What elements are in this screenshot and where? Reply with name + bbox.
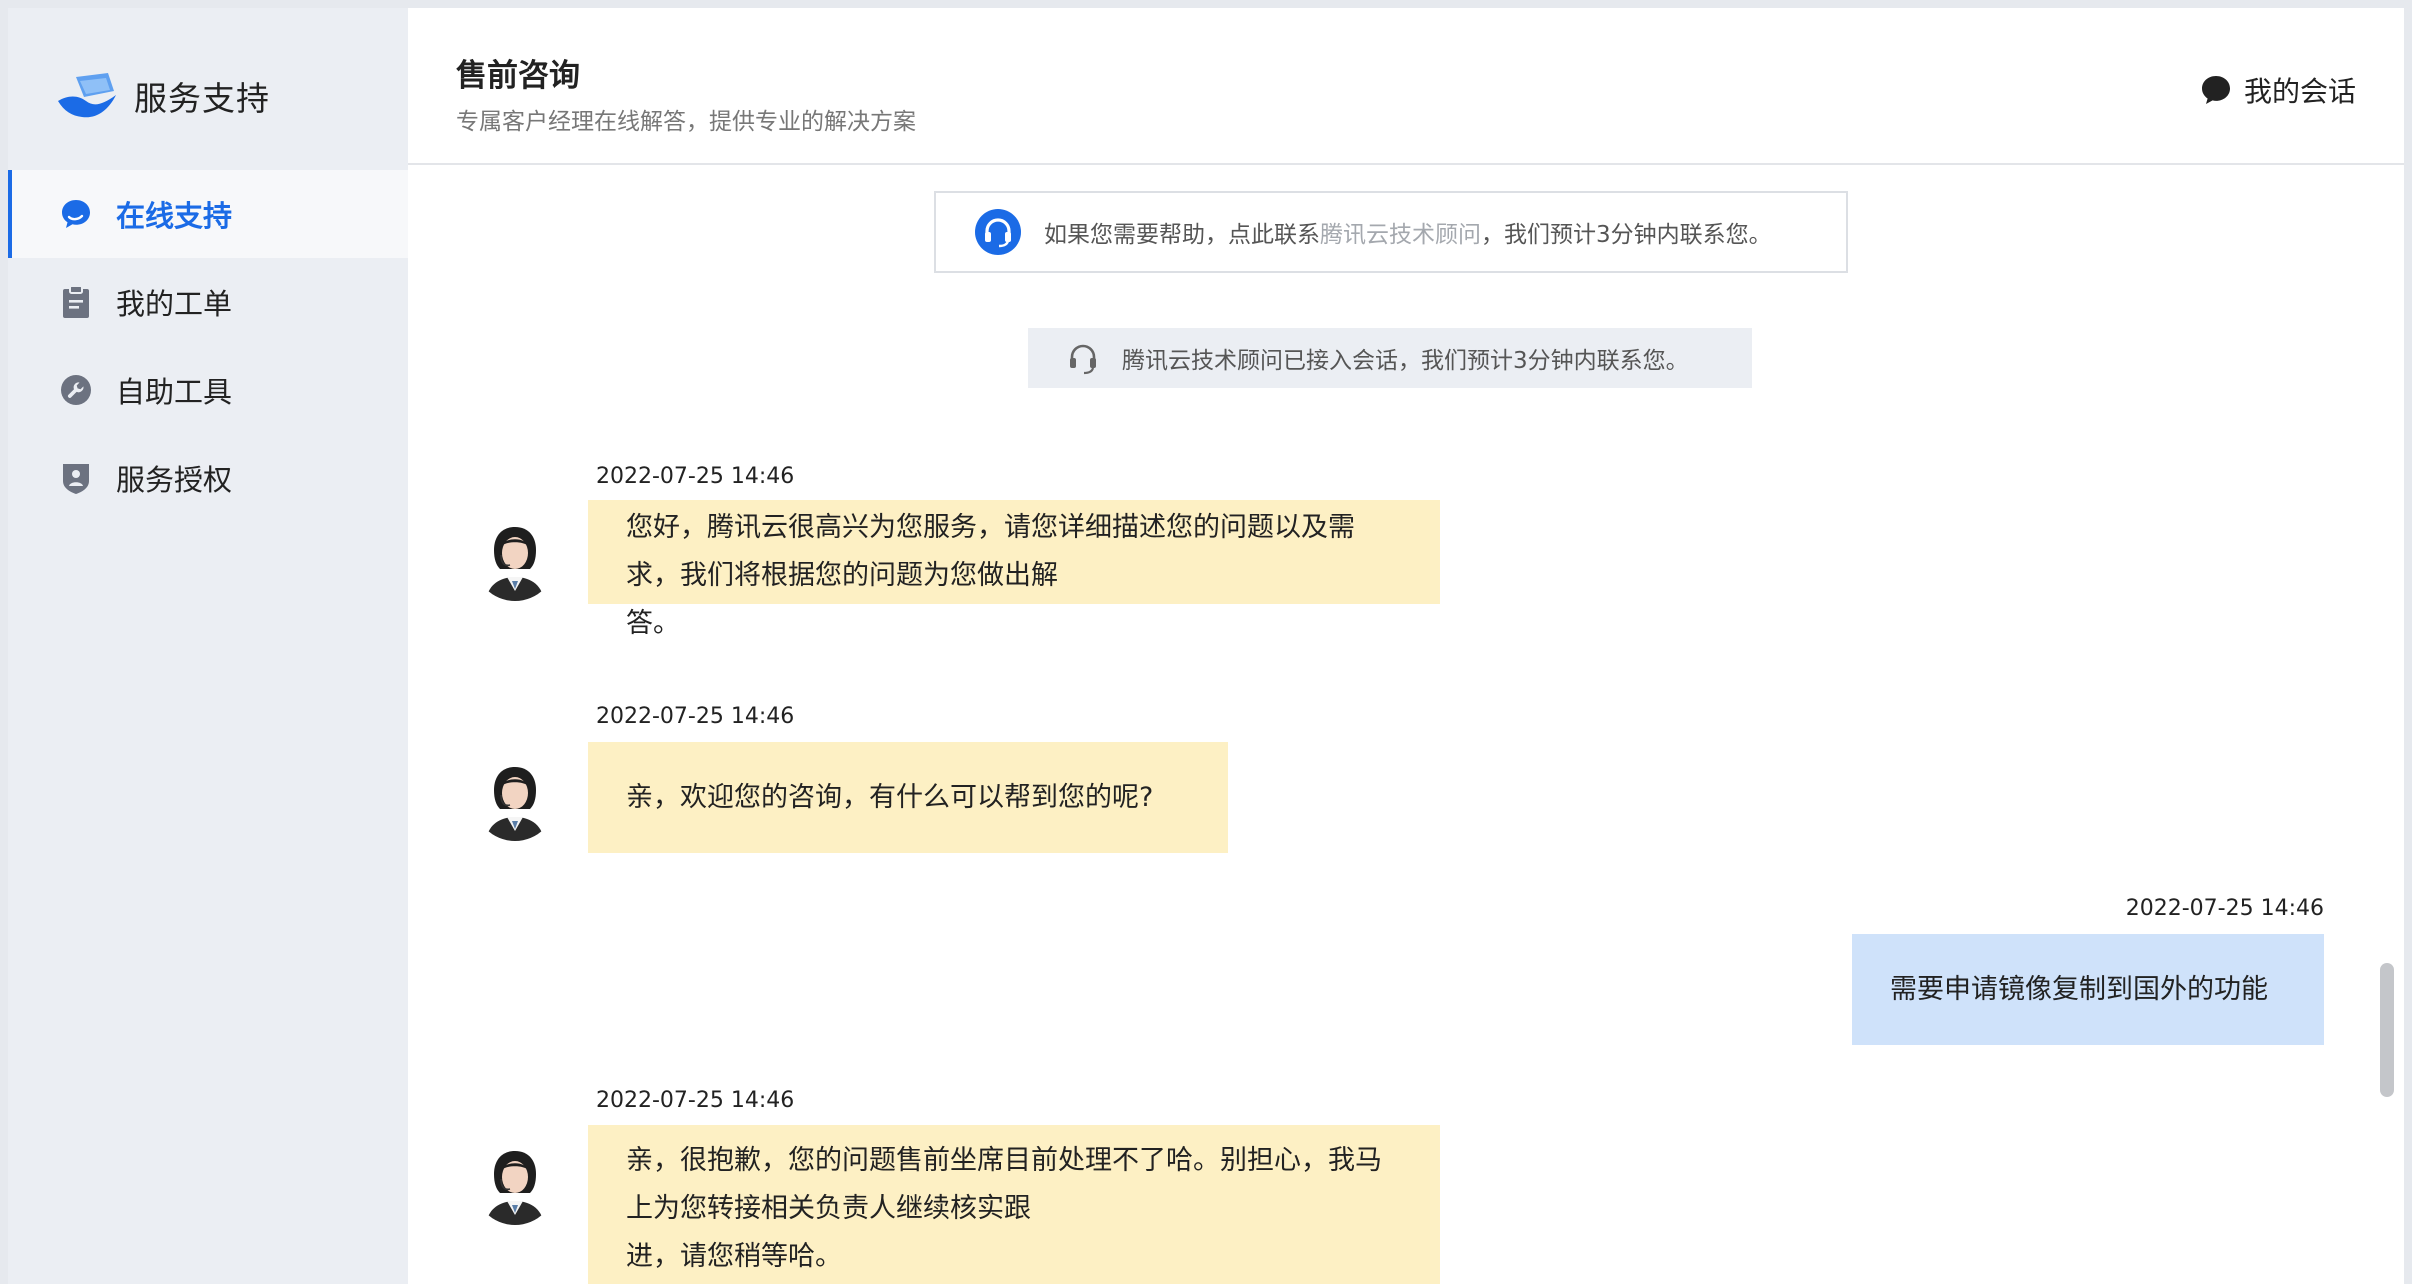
chat-bubble-icon bbox=[58, 196, 94, 232]
message-timestamp: 2022-07-25 14:46 bbox=[596, 464, 795, 489]
help-banner: 如果您需要帮助，点此联系 腾讯云技术顾问 ，我们预计3分钟内联系您。 bbox=[934, 191, 1848, 273]
system-notice: 腾讯云技术顾问已接入会话，我们预计3分钟内联系您。 bbox=[1028, 328, 1752, 388]
clipboard-icon bbox=[58, 284, 94, 320]
message-timestamp: 2022-07-25 14:46 bbox=[2125, 896, 2324, 921]
sidebar-item-label: 我的工单 bbox=[116, 287, 233, 321]
sidebar-item-label: 在线支持 bbox=[116, 199, 233, 233]
message-text: 需要申请镜像复制到国外的功能 bbox=[1890, 973, 2268, 1005]
agent-avatar bbox=[474, 519, 556, 601]
agent-message-bubble: 亲，很抱歉，您的问题售前坐席目前处理不了哈。别担心，我马上为您转接相关负责人继续… bbox=[588, 1125, 1440, 1284]
speech-bubble-icon bbox=[2201, 76, 2230, 104]
sidebar-item-my-tickets[interactable]: 我的工单 bbox=[8, 258, 408, 346]
chat-panel[interactable]: 如果您需要帮助，点此联系 腾讯云技术顾问 ，我们预计3分钟内联系您。 腾讯云技术… bbox=[408, 167, 2404, 1284]
message-text: 答。 bbox=[626, 608, 680, 639]
my-session-label: 我的会话 bbox=[2243, 75, 2356, 108]
brand[interactable]: 服务支持 bbox=[56, 66, 270, 126]
app-window: 服务支持 在线支持 我的工单 自助工具 服务授权 售前咨询 专属客户经理在线解答… bbox=[8, 8, 2404, 1284]
sidebar-item-label: 自助工具 bbox=[116, 375, 233, 409]
agent-avatar bbox=[474, 759, 556, 841]
agent-avatar bbox=[474, 1143, 556, 1225]
system-notice-text: 腾讯云技术顾问已接入会话，我们预计3分钟内联系您。 bbox=[1122, 348, 1689, 374]
page-title: 售前咨询 bbox=[456, 58, 580, 94]
contact-advisor-link[interactable]: 腾讯云技术顾问 bbox=[1320, 215, 1481, 249]
shield-user-icon bbox=[58, 460, 94, 496]
headset-outline-icon bbox=[1070, 344, 1096, 375]
help-suffix: ，我们预计3分钟内联系您。 bbox=[1481, 222, 1772, 248]
message-text: 亲，很抱歉，您的问题售前坐席目前处理不了哈。别担心，我马上为您转接相关负责人继续… bbox=[626, 1145, 1382, 1224]
message-text: 您好，腾讯云很高兴为您服务，请您详细描述您的问题以及需求，我们将根据您的问题为您… bbox=[626, 512, 1355, 591]
message-timestamp: 2022-07-25 14:46 bbox=[596, 704, 795, 729]
agent-message-bubble: 您好，腾讯云很高兴为您服务，请您详细描述您的问题以及需求，我们将根据您的问题为您… bbox=[588, 500, 1440, 639]
cloud-hand-logo-icon bbox=[58, 73, 116, 118]
sidebar-item-service-authorization[interactable]: 服务授权 bbox=[8, 434, 408, 522]
chat-scrollbar-thumb[interactable] bbox=[2380, 963, 2394, 1097]
message-text: 亲，欢迎您的咨询，有什么可以帮到您的呢? bbox=[626, 781, 1154, 813]
message-timestamp: 2022-07-25 14:46 bbox=[596, 1088, 795, 1113]
user-message-bubble: 需要申请镜像复制到国外的功能 bbox=[1852, 934, 2324, 1045]
my-session-button[interactable]: 我的会话 bbox=[2200, 70, 2356, 110]
sidebar-nav: 在线支持 我的工单 自助工具 服务授权 bbox=[8, 170, 408, 522]
sidebar-item-label: 服务授权 bbox=[116, 463, 233, 497]
sidebar-item-self-service-tools[interactable]: 自助工具 bbox=[8, 346, 408, 434]
agent-message-bubble: 亲，欢迎您的咨询，有什么可以帮到您的呢? bbox=[588, 742, 1228, 853]
sidebar-item-online-support[interactable]: 在线支持 bbox=[8, 170, 408, 258]
wrench-icon bbox=[58, 372, 94, 408]
page-subtitle: 专属客户经理在线解答，提供专业的解决方案 bbox=[456, 109, 916, 135]
brand-name: 服务支持 bbox=[134, 79, 270, 118]
page-header: 售前咨询 专属客户经理在线解答，提供专业的解决方案 我的会话 bbox=[408, 8, 2404, 165]
help-prefix: 如果您需要帮助，点此联系 bbox=[1044, 222, 1320, 248]
chat-scrollbar[interactable] bbox=[2378, 167, 2396, 1284]
headset-icon bbox=[975, 209, 1021, 255]
sidebar: 服务支持 在线支持 我的工单 自助工具 服务授权 bbox=[8, 8, 408, 1284]
message-text: 进，请您稍等哈。 bbox=[626, 1241, 842, 1272]
